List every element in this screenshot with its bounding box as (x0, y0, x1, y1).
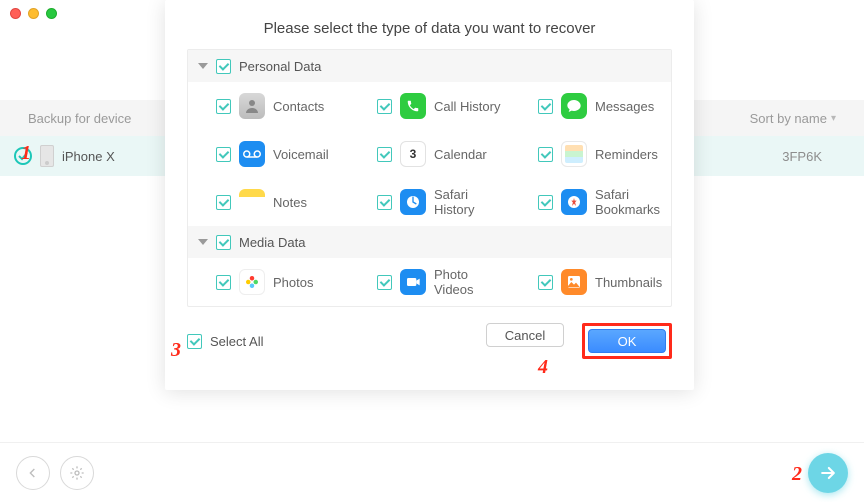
contacts-item[interactable]: Contacts (188, 82, 349, 130)
safari-bookmarks-checkbox[interactable] (538, 195, 553, 210)
minimize-icon[interactable] (28, 8, 39, 19)
photos-label: Photos (273, 275, 313, 290)
notes-checkbox[interactable] (216, 195, 231, 210)
personal-data-checkbox[interactable] (216, 59, 231, 74)
reminders-label: Reminders (595, 147, 658, 162)
safari-bookmarks-icon (561, 189, 587, 215)
messages-icon (561, 93, 587, 119)
personal-data-group-header[interactable]: Personal Data (188, 50, 671, 82)
photo-videos-checkbox[interactable] (377, 275, 392, 290)
thumbnails-checkbox[interactable] (538, 275, 553, 290)
safari-bookmarks-item[interactable]: Safari Bookmarks (510, 178, 671, 226)
contacts-checkbox[interactable] (216, 99, 231, 114)
disclosure-triangle-icon (198, 63, 208, 69)
next-button[interactable] (808, 453, 848, 493)
cancel-button[interactable]: Cancel (486, 323, 564, 347)
notes-item[interactable]: Notes (188, 178, 349, 226)
calendar-label: Calendar (434, 147, 487, 162)
gear-icon (69, 465, 85, 481)
thumbnails-item[interactable]: Thumbnails (510, 258, 671, 306)
thumbnails-label: Thumbnails (595, 275, 662, 290)
calendar-icon: 3 (400, 141, 426, 167)
photo-videos-icon (400, 269, 426, 295)
personal-data-label: Personal Data (239, 59, 321, 74)
window-traffic-lights (10, 8, 57, 19)
safari-history-checkbox[interactable] (377, 195, 392, 210)
data-type-panel: Personal Data Contacts Call History Mess… (187, 49, 672, 307)
safari-history-icon (400, 189, 426, 215)
chevron-down-icon: ▾ (831, 113, 836, 124)
zoom-icon[interactable] (46, 8, 57, 19)
back-button[interactable] (16, 456, 50, 490)
contacts-icon (239, 93, 265, 119)
ok-button[interactable]: OK (588, 329, 666, 353)
device-name: iPhone X (62, 149, 115, 164)
select-all-label: Select All (210, 334, 263, 349)
media-data-group-header[interactable]: Media Data (188, 226, 671, 258)
device-selected-check-icon (14, 147, 32, 165)
photos-item[interactable]: Photos (188, 258, 349, 306)
media-data-label: Media Data (239, 235, 305, 250)
settings-button[interactable] (60, 456, 94, 490)
messages-checkbox[interactable] (538, 99, 553, 114)
select-data-modal: Please select the type of data you want … (165, 0, 694, 390)
sort-by-dropdown[interactable]: Sort by name ▾ (750, 111, 836, 126)
calendar-item[interactable]: 3 Calendar (349, 130, 510, 178)
arrow-right-icon (818, 463, 838, 483)
notes-label: Notes (273, 195, 307, 210)
select-all-checkbox[interactable] (187, 334, 202, 349)
voicemail-icon (239, 141, 265, 167)
reminders-icon (561, 141, 587, 167)
photos-icon (239, 269, 265, 295)
reminders-item[interactable]: Reminders (510, 130, 671, 178)
voicemail-label: Voicemail (273, 147, 329, 162)
photo-videos-item[interactable]: Photo Videos (349, 258, 510, 306)
select-all-row[interactable]: Select All (187, 334, 263, 349)
disclosure-triangle-icon (198, 239, 208, 245)
media-data-checkbox[interactable] (216, 235, 231, 250)
contacts-label: Contacts (273, 99, 324, 114)
photos-checkbox[interactable] (216, 275, 231, 290)
calendar-checkbox[interactable] (377, 147, 392, 162)
reminders-checkbox[interactable] (538, 147, 553, 162)
bottom-toolbar (0, 442, 864, 502)
close-icon[interactable] (10, 8, 21, 19)
media-data-grid: Photos Photo Videos Thumbnails (188, 258, 671, 306)
safari-history-label: Safari History (434, 187, 510, 217)
device-udid-fragment: 3FP6K (782, 149, 850, 164)
modal-footer: Select All Cancel OK (187, 307, 672, 359)
phone-icon (400, 93, 426, 119)
call-history-checkbox[interactable] (377, 99, 392, 114)
personal-data-grid: Contacts Call History Messages Voicemail… (188, 82, 671, 226)
notes-icon (239, 189, 265, 215)
backup-for-device-label: Backup for device (28, 111, 131, 126)
modal-title: Please select the type of data you want … (187, 14, 672, 49)
messages-item[interactable]: Messages (510, 82, 671, 130)
thumbnails-icon (561, 269, 587, 295)
safari-history-item[interactable]: Safari History (349, 178, 510, 226)
safari-bookmarks-label: Safari Bookmarks (595, 187, 671, 217)
sort-by-label: Sort by name (750, 111, 827, 126)
call-history-item[interactable]: Call History (349, 82, 510, 130)
call-history-label: Call History (434, 99, 500, 114)
ok-button-highlight: OK (582, 323, 672, 359)
photo-videos-label: Photo Videos (434, 267, 510, 297)
iphone-icon (40, 145, 54, 167)
voicemail-item[interactable]: Voicemail (188, 130, 349, 178)
voicemail-checkbox[interactable] (216, 147, 231, 162)
arrow-left-icon (25, 465, 41, 481)
messages-label: Messages (595, 99, 654, 114)
